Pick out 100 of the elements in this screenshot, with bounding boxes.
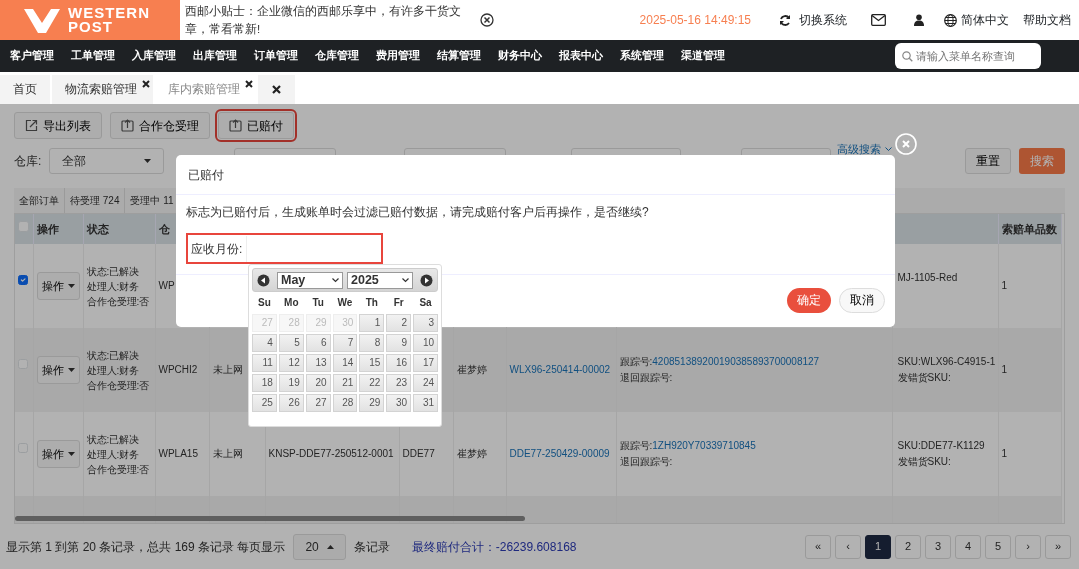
calendar-day[interactable]: 17 bbox=[413, 354, 438, 372]
tracking-label: 跟踪号: bbox=[619, 356, 653, 367]
calendar-day[interactable]: 12 bbox=[278, 354, 304, 372]
close-icon[interactable] bbox=[142, 80, 150, 88]
reset-button[interactable]: 重置 bbox=[965, 148, 1011, 174]
total-text: 最终赔付合计：-26239.608168 bbox=[411, 538, 577, 556]
menu-item[interactable]: 仓库管理 bbox=[315, 48, 359, 64]
menu-item[interactable]: 报表中心 bbox=[559, 48, 603, 64]
calendar-day[interactable]: 29 bbox=[359, 394, 385, 412]
confirm-button[interactable]: 确定 bbox=[787, 287, 831, 313]
close-tabs-button[interactable] bbox=[258, 75, 297, 104]
toolbar-button[interactable]: 合作仓受理 bbox=[110, 112, 210, 139]
calendar-day[interactable]: 8 bbox=[359, 334, 385, 352]
menu-item[interactable]: 入库管理 bbox=[132, 48, 176, 64]
page-button[interactable]: 1 bbox=[865, 534, 891, 559]
calendar-day[interactable]: 9 bbox=[386, 334, 412, 352]
menu-item[interactable]: 出库管理 bbox=[193, 48, 237, 64]
globe-icon bbox=[944, 13, 957, 27]
calendar-day[interactable]: 27 bbox=[305, 394, 331, 412]
weekday-label: Th bbox=[364, 296, 379, 310]
page-tab[interactable]: 首页 bbox=[0, 75, 52, 104]
calendar-day[interactable]: 22 bbox=[359, 374, 385, 392]
table-cell: 未上网 bbox=[212, 364, 243, 375]
menu-item[interactable]: 结算管理 bbox=[437, 48, 481, 64]
menu-item[interactable]: 财务中心 bbox=[498, 48, 542, 64]
calendar-day[interactable]: 19 bbox=[278, 374, 304, 392]
toolbar-button[interactable]: 导出列表 bbox=[14, 112, 102, 139]
help-link[interactable]: 帮助文档 bbox=[1023, 11, 1071, 29]
calendar-day[interactable]: 11 bbox=[252, 354, 277, 372]
page-tab[interactable]: 物流索赔管理 bbox=[52, 75, 155, 104]
caret-icon bbox=[144, 159, 152, 163]
order-link[interactable]: WLX96-250414-00002 bbox=[509, 364, 611, 375]
page-button[interactable]: 4 bbox=[955, 534, 981, 559]
calendar-day[interactable]: 6 bbox=[305, 334, 331, 352]
menu-item[interactable]: 订单管理 bbox=[254, 48, 298, 64]
action-dropdown[interactable]: 操作 bbox=[36, 356, 80, 384]
next-icon[interactable] bbox=[420, 273, 433, 287]
mail-icon[interactable] bbox=[871, 14, 886, 26]
cancel-button[interactable]: 取消 bbox=[839, 287, 885, 313]
row-checkbox[interactable] bbox=[18, 275, 28, 285]
calendar-day[interactable]: 2 bbox=[386, 314, 412, 332]
status-text: 合作仓受理:否 bbox=[86, 378, 151, 393]
action-dropdown[interactable]: 操作 bbox=[36, 440, 80, 468]
select-all-checkbox[interactable] bbox=[18, 220, 29, 232]
calendar-day[interactable]: 21 bbox=[332, 374, 358, 392]
calendar-day[interactable]: 1 bbox=[359, 314, 385, 332]
calendar-day[interactable]: 7 bbox=[332, 334, 358, 352]
calendar-day[interactable]: 18 bbox=[252, 374, 277, 392]
menu-item[interactable]: 渠道管理 bbox=[681, 48, 725, 64]
page-button[interactable]: « bbox=[805, 534, 831, 559]
year-select[interactable]: 2025 bbox=[347, 271, 413, 289]
calendar-day[interactable]: 10 bbox=[413, 334, 438, 352]
advanced-search-link[interactable]: 高级搜索 bbox=[837, 141, 893, 158]
menu-item[interactable]: 系统管理 bbox=[620, 48, 664, 64]
month-select[interactable]: May bbox=[277, 271, 343, 289]
calendar-day[interactable]: 24 bbox=[413, 374, 438, 392]
table-cell: DDE77 bbox=[402, 448, 435, 459]
page-button[interactable]: 5 bbox=[985, 534, 1011, 559]
calendar-day[interactable]: 5 bbox=[278, 334, 304, 352]
calendar-day[interactable]: 20 bbox=[305, 374, 331, 392]
page-button[interactable]: » bbox=[1045, 534, 1071, 559]
scrollbar-thumb[interactable] bbox=[15, 516, 525, 521]
action-dropdown[interactable]: 操作 bbox=[36, 272, 80, 300]
tracking-link[interactable]: 420851389200190385893700008127 bbox=[652, 356, 820, 367]
warehouse-select[interactable]: 全部 bbox=[49, 148, 165, 174]
calendar-day[interactable]: 30 bbox=[386, 394, 412, 412]
calendar-day[interactable]: 3 bbox=[413, 314, 438, 332]
page-button[interactable]: 3 bbox=[925, 534, 951, 559]
calendar-day[interactable]: 23 bbox=[386, 374, 412, 392]
prev-icon[interactable] bbox=[257, 273, 270, 287]
menu-item[interactable]: 客户管理 bbox=[10, 48, 54, 64]
table-cell: 未上网 bbox=[212, 448, 243, 459]
language-selector[interactable]: 简体中文 bbox=[944, 11, 1009, 29]
page-button[interactable]: 2 bbox=[895, 534, 921, 559]
page-size-select[interactable]: 20 bbox=[293, 533, 346, 560]
page-button[interactable]: › bbox=[1015, 534, 1041, 559]
menu-item[interactable]: 工单管理 bbox=[71, 48, 115, 64]
weekday-label: Fr bbox=[392, 296, 405, 310]
calendar-day[interactable]: 16 bbox=[386, 354, 412, 372]
calendar-day[interactable]: 14 bbox=[332, 354, 358, 372]
menu-item[interactable]: 费用管理 bbox=[376, 48, 420, 64]
calendar-day[interactable]: 4 bbox=[252, 334, 277, 352]
status-text: 处理人:财务 bbox=[86, 279, 141, 294]
tracking-link[interactable]: 1ZH920Y70339710845 bbox=[652, 440, 756, 451]
close-icon[interactable] bbox=[245, 80, 253, 88]
user-icon[interactable] bbox=[914, 14, 924, 26]
menu-search-field[interactable]: 请输入菜单名称查询 bbox=[895, 43, 1041, 69]
calendar-day[interactable]: 15 bbox=[359, 354, 385, 372]
calendar-day[interactable]: 13 bbox=[305, 354, 331, 372]
month-field[interactable]: 应收月份: bbox=[186, 233, 383, 264]
table-cell: 崔梦婷 bbox=[456, 448, 487, 459]
switch-system-link[interactable]: 切换系统 bbox=[779, 11, 847, 29]
order-link[interactable]: DDE77-250429-00009 bbox=[509, 448, 610, 459]
page-button[interactable]: ‹ bbox=[835, 534, 861, 559]
calendar-day[interactable]: 28 bbox=[332, 394, 358, 412]
calendar-day[interactable]: 26 bbox=[278, 394, 304, 412]
calendar-day[interactable]: 31 bbox=[413, 394, 438, 412]
close-icon[interactable] bbox=[480, 13, 494, 27]
toolbar-button[interactable]: 已赔付 bbox=[218, 112, 294, 139]
calendar-day[interactable]: 25 bbox=[252, 394, 277, 412]
